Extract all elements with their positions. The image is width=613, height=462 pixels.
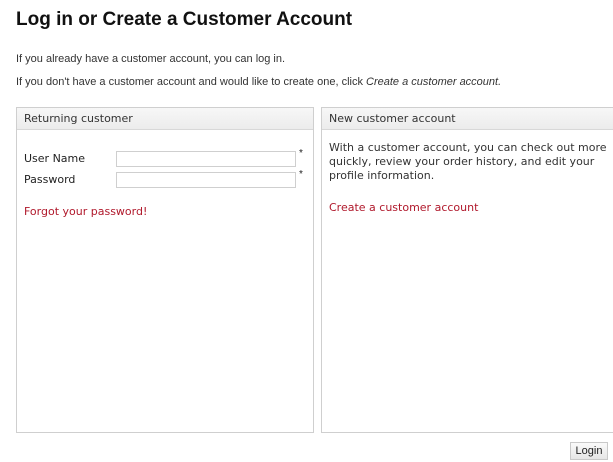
- username-required-marker: *: [299, 148, 303, 159]
- login-button[interactable]: Login: [570, 442, 608, 460]
- new-customer-header: New customer account: [322, 108, 613, 130]
- forgot-password-link[interactable]: Forgot your password!: [24, 205, 147, 218]
- username-row: User Name *: [24, 148, 309, 167]
- intro-text-create-prefix: If you don't have a customer account and…: [16, 76, 367, 88]
- password-input[interactable]: [116, 172, 296, 188]
- password-required-marker: *: [299, 169, 303, 180]
- new-customer-panel: New customer account With a customer acc…: [321, 107, 613, 433]
- password-label: Password: [24, 173, 76, 186]
- intro-text-create: If you don't have a customer account and…: [16, 76, 501, 88]
- password-row: Password *: [24, 169, 309, 188]
- intro-text-create-emphasis: Create a customer account.: [366, 76, 502, 88]
- create-account-link[interactable]: Create a customer account: [329, 201, 478, 214]
- username-input[interactable]: [116, 151, 296, 167]
- returning-customer-panel: Returning customer User Name * Password …: [16, 107, 314, 433]
- returning-customer-header: Returning customer: [17, 108, 313, 130]
- new-account-description: With a customer account, you can check o…: [329, 141, 607, 182]
- intro-text-login: If you already have a customer account, …: [16, 53, 286, 65]
- page-title: Log in or Create a Customer Account: [16, 9, 353, 30]
- username-label: User Name: [24, 152, 86, 165]
